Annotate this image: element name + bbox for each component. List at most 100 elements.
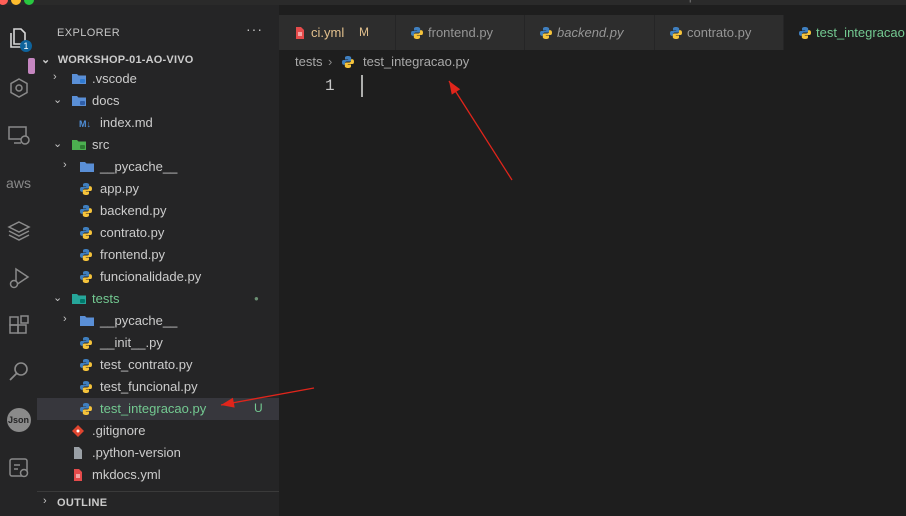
untracked-badge: U: [254, 401, 263, 415]
chevron-down-icon: ⌄: [41, 54, 51, 66]
search-activity[interactable]: [2, 357, 35, 387]
editor-tab[interactable]: contrato.py: [655, 15, 784, 50]
run-debug-icon: [9, 267, 29, 289]
outline-section-header[interactable]: › OUTLINE: [37, 491, 279, 514]
editor-tab-bar: ci.yml Mfrontend.py backend.py contrato.py t…: [279, 15, 906, 50]
editor-tab[interactable]: backend.py: [525, 15, 655, 50]
tree-item[interactable]: mkdocs.yml: [37, 464, 279, 486]
outline-label: OUTLINE: [57, 497, 108, 509]
tree-item[interactable]: test_integracao.py U: [37, 398, 279, 420]
python-file-icon: [798, 26, 812, 40]
explorer-header: EXPLORER: [57, 27, 121, 39]
folder-icon: [79, 160, 94, 174]
chevron-down-icon[interactable]: ⌄: [53, 137, 62, 150]
tree-item-label: index.md: [100, 115, 153, 130]
python-env-icon: [8, 458, 28, 478]
tests-folder-icon: [71, 292, 86, 306]
tab-label: test_integracao.py: [816, 25, 906, 40]
tree-item-label: test_contrato.py: [100, 357, 193, 372]
tree-item-label: .python-version: [92, 445, 181, 460]
python-file-icon: [410, 26, 424, 40]
layers-activity[interactable]: [2, 216, 35, 246]
chevron-right-icon[interactable]: ›: [63, 313, 67, 325]
python-file-icon: [669, 26, 683, 40]
remote-explorer-icon: [7, 126, 30, 145]
tree-item-label: __init__.py: [100, 335, 163, 350]
tree-item-label: contrato.py: [100, 225, 165, 240]
extensions-activity[interactable]: [2, 311, 35, 341]
python-file-icon: [79, 270, 93, 284]
tree-item[interactable]: contrato.py: [37, 222, 279, 244]
tree-item[interactable]: app.py: [37, 178, 279, 200]
tree-item-label: test_integracao.py: [100, 401, 207, 416]
tree-item[interactable]: funcionalidade.py: [37, 266, 279, 288]
git-status-dot: ●: [254, 294, 259, 303]
tree-item[interactable]: test_contrato.py: [37, 354, 279, 376]
tree-item-label: src: [92, 137, 110, 152]
docs-folder-icon: [71, 94, 86, 108]
tree-item[interactable]: frontend.py: [37, 244, 279, 266]
breadcrumb-folder[interactable]: tests: [295, 54, 322, 69]
explorer-activity[interactable]: 1: [2, 23, 35, 53]
tree-item[interactable]: .gitignore: [37, 420, 279, 442]
tree-item[interactable]: ⌄ tests ●: [37, 288, 279, 310]
tree-item[interactable]: M↓ index.md: [37, 112, 279, 134]
tree-item-label: funcionalidade.py: [100, 269, 202, 284]
git-file-icon: [71, 424, 85, 438]
tree-item-label: docs: [92, 93, 120, 108]
remote-explorer-activity[interactable]: [2, 120, 35, 150]
breadcrumb-file[interactable]: test_integracao.py: [363, 54, 469, 69]
tree-item[interactable]: ⌄ docs: [37, 90, 279, 112]
tree-item-label: test_funcional.py: [100, 379, 198, 394]
tree-item-label: app.py: [100, 181, 140, 196]
run-debug-activity[interactable]: [2, 263, 35, 293]
tree-item-label: __pycache__: [100, 159, 178, 174]
editor-tab[interactable]: test_integracao.py: [784, 15, 906, 50]
python-env-activity[interactable]: [2, 453, 35, 483]
editor-tab[interactable]: frontend.py: [396, 15, 525, 50]
tree-item[interactable]: › .vscode: [37, 68, 279, 90]
chevron-down-icon[interactable]: ⌄: [53, 291, 62, 304]
tree-item[interactable]: __init__.py: [37, 332, 279, 354]
markdown-file-icon: M↓: [79, 116, 93, 130]
source-control-icon: [9, 78, 28, 98]
tree-item-label: .gitignore: [92, 423, 146, 438]
tree-item[interactable]: › __pycache__: [37, 156, 279, 178]
python-file-icon: [341, 55, 355, 72]
json-icon: Json: [6, 408, 31, 432]
aws-icon: aws: [6, 175, 31, 191]
extensions-icon: [8, 315, 29, 334]
explorer-more-actions-button[interactable]: ···: [246, 21, 263, 37]
modified-badge: M: [359, 25, 369, 39]
tree-item-label: .vscode: [92, 71, 137, 86]
tree-item[interactable]: backend.py: [37, 200, 279, 222]
tab-label: backend.py: [557, 25, 624, 40]
tab-label: frontend.py: [428, 25, 494, 40]
editor-tab[interactable]: ci.yml M: [279, 15, 396, 50]
workspace-header[interactable]: ⌄ WORKSHOP-01-AO-VIVO: [41, 53, 194, 66]
tree-item[interactable]: › __pycache__: [37, 310, 279, 332]
source-control-activity[interactable]: [2, 73, 35, 103]
tree-item[interactable]: .python-version: [37, 442, 279, 464]
tree-item[interactable]: test_funcional.py: [37, 376, 279, 398]
workspace-name: WORKSHOP-01-AO-VIVO: [57, 54, 194, 66]
python-file-icon: [79, 182, 93, 196]
chevron-down-icon[interactable]: ⌄: [53, 93, 62, 106]
search-icon: [8, 362, 28, 381]
tab-label: ci.yml: [311, 25, 345, 40]
chevron-right-icon[interactable]: ›: [53, 71, 57, 83]
python-file-icon: [79, 226, 93, 240]
code-editor[interactable]: 1: [279, 72, 906, 516]
json-activity[interactable]: Json: [2, 405, 35, 435]
activity-bar: 1 aws Json: [0, 5, 38, 516]
window-title: workshop-01-ao-vivo: [648, 0, 750, 3]
python-file-icon: [79, 204, 93, 218]
layers-icon: [6, 221, 31, 241]
chevron-right-icon[interactable]: ›: [63, 159, 67, 171]
aws-activity[interactable]: aws: [2, 168, 35, 198]
tree-item-label: mkdocs.yml: [92, 467, 161, 482]
breadcrumb-separator: ›: [328, 54, 333, 69]
tree-item-label: tests: [92, 291, 120, 306]
line-number: 1: [325, 77, 335, 95]
tree-item[interactable]: ⌄ src: [37, 134, 279, 156]
